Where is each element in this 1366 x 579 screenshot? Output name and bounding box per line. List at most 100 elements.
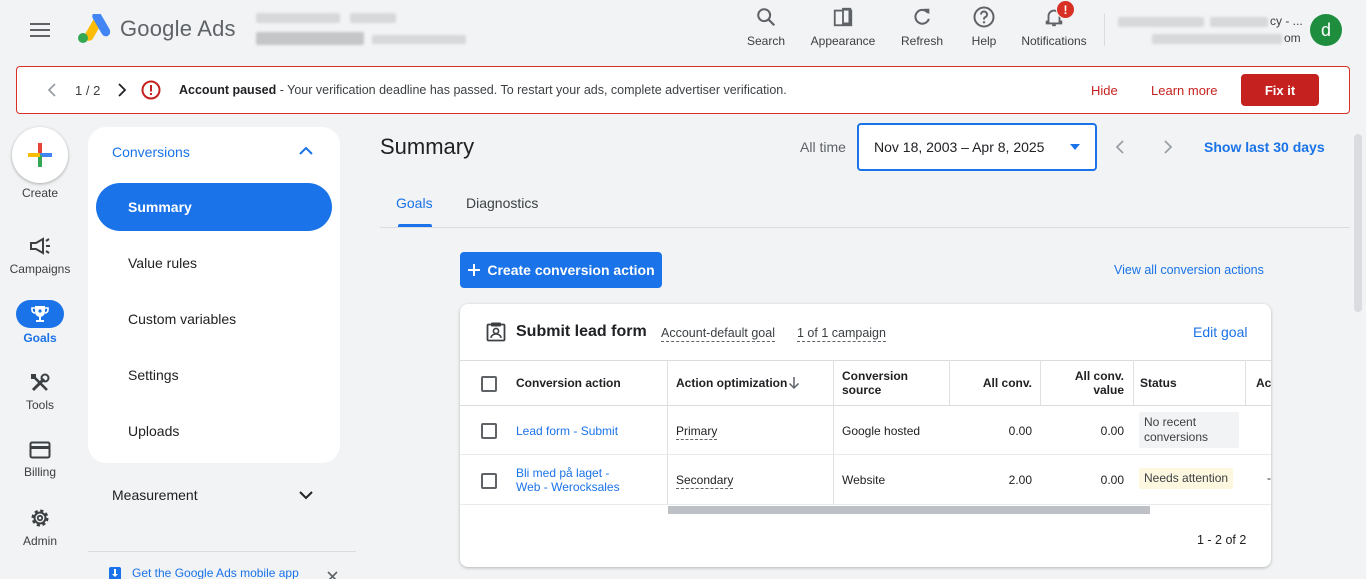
select-all-checkbox[interactable] [481, 376, 497, 392]
header-divider [1104, 14, 1105, 46]
col-status[interactable]: Status [1140, 376, 1177, 390]
col-conversion-source[interactable]: Conversion source [842, 369, 908, 397]
account-info-redacted [1118, 17, 1204, 27]
help-button[interactable]: Help [962, 4, 1006, 52]
account-name-redacted [256, 13, 340, 23]
banner-text: - Your verification deadline has passed.… [276, 83, 787, 97]
refresh-label: Refresh [900, 34, 944, 48]
all-conv-value: 0.00 [1008, 424, 1032, 438]
col-value-line-2: value [1093, 383, 1124, 397]
date-range-picker[interactable]: Nov 18, 2003 – Apr 8, 2025 [857, 123, 1097, 171]
edit-goal-link[interactable]: Edit goal [1193, 324, 1247, 340]
optimization-value[interactable]: Secondary [676, 473, 734, 489]
action-line-1: Bli med på laget - [516, 466, 610, 480]
chevron-up-icon[interactable] [298, 143, 314, 159]
goal-campaign-tag[interactable]: 1 of 1 campaign [797, 326, 886, 342]
conversions-section-header[interactable]: Conversions [112, 144, 190, 160]
col-all-conv[interactable]: All conv. [960, 376, 1032, 390]
create-conversion-action-button[interactable]: Create conversion action [460, 252, 662, 288]
date-preset-label: All time [800, 139, 846, 155]
show-last-30-days-link[interactable]: Show last 30 days [1204, 139, 1325, 155]
search-button[interactable]: Search [740, 4, 792, 52]
banner-pagination: 1 / 2 [75, 83, 101, 98]
rail-admin[interactable]: Admin [0, 507, 80, 548]
tools-icon [31, 373, 50, 392]
conversion-action-link[interactable]: Bli med på laget - Web - Werocksales [516, 466, 620, 494]
plus-colored-icon [28, 143, 52, 167]
column-divider [949, 360, 950, 406]
view-all-conversion-actions-link[interactable]: View all conversion actions [1114, 263, 1264, 277]
plus-icon [468, 264, 481, 276]
column-divider [1133, 360, 1134, 406]
col-all-conv-value[interactable]: All conv. value [1050, 369, 1124, 397]
account-info-redacted [1210, 17, 1268, 27]
subnav-item-value-rules[interactable]: Value rules [128, 255, 197, 271]
refresh-button[interactable]: Refresh [894, 4, 950, 52]
conversion-action-link[interactable]: Lead form - Submit [516, 424, 618, 438]
create-button[interactable] [12, 127, 68, 183]
rail-tools[interactable]: Tools [0, 372, 80, 412]
date-range-value: Nov 18, 2003 – Apr 8, 2025 [874, 139, 1045, 155]
google-ads-logo-icon[interactable] [76, 14, 110, 44]
conversion-source-value: Google hosted [842, 424, 921, 438]
chevron-down-icon[interactable] [298, 487, 314, 503]
rail-billing[interactable]: Billing [0, 440, 80, 479]
next-period-icon[interactable] [1162, 139, 1174, 155]
hide-button[interactable]: Hide [1091, 83, 1118, 98]
previous-period-icon[interactable] [1114, 139, 1126, 155]
action-line-2: Web - Werocksales [516, 480, 620, 494]
banner-title: Account paused [179, 83, 277, 97]
account-line-2: om [1284, 31, 1301, 45]
account-line-1: cy - ... [1270, 14, 1303, 28]
account-id-redacted [372, 35, 466, 44]
billing-label: Billing [23, 465, 56, 479]
conversion-source-value: Website [842, 473, 886, 487]
appearance-button[interactable]: Appearance [806, 4, 880, 52]
goals-active-pill [16, 300, 64, 328]
extra-value: - [1267, 471, 1271, 485]
create-conversion-action-label: Create conversion action [487, 262, 655, 278]
account-name-redacted [350, 13, 396, 23]
status-line-2: conversions [1144, 430, 1209, 444]
account-email-redacted [1152, 34, 1282, 44]
tab-diagnostics[interactable]: Diagnostics [466, 195, 538, 211]
fix-it-button[interactable]: Fix it [1241, 74, 1319, 106]
row-checkbox[interactable] [481, 473, 497, 489]
mobile-app-link[interactable]: Get the Google Ads mobile app [132, 566, 299, 579]
rail-campaigns[interactable]: Campaigns [0, 236, 80, 276]
learn-more-link[interactable]: Learn more [1151, 83, 1217, 98]
subnav-item-uploads[interactable]: Uploads [128, 423, 179, 439]
trophy-icon [31, 306, 49, 322]
avatar[interactable]: d [1310, 14, 1342, 46]
search-icon [757, 8, 776, 27]
subnav-item-settings[interactable]: Settings [128, 367, 179, 383]
col-action-optimization[interactable]: Action optimization [676, 376, 787, 390]
subnav-item-summary[interactable]: Summary [128, 199, 192, 215]
rail-goals[interactable]: Goals [0, 300, 80, 345]
col-extra[interactable]: Ac [1256, 376, 1271, 390]
tab-goals[interactable]: Goals [396, 195, 433, 211]
chevron-left-icon[interactable] [47, 83, 57, 97]
all-conv-value: 2.00 [1008, 473, 1032, 487]
goal-default-tag[interactable]: Account-default goal [661, 326, 775, 342]
subnav-separator [88, 551, 356, 552]
pagination-count: 1 - 2 of 2 [1197, 533, 1247, 547]
measurement-section-header[interactable]: Measurement [112, 487, 198, 503]
appearance-icon [833, 7, 853, 27]
conversions-subnav: Conversions Summary Value rules Custom v… [88, 127, 340, 463]
col-conversion-action[interactable]: Conversion action [516, 376, 621, 390]
row-checkbox[interactable] [481, 423, 497, 439]
tools-label: Tools [25, 398, 54, 412]
optimization-value[interactable]: Primary [676, 424, 718, 440]
close-icon[interactable] [327, 571, 338, 579]
horizontal-scrollbar[interactable] [668, 506, 1150, 514]
notifications-button[interactable]: Notifications [1014, 4, 1094, 52]
menu-icon[interactable] [28, 20, 52, 40]
vertical-scrollbar[interactable] [1354, 134, 1362, 312]
goal-card: Submit lead form Account-default goal 1 … [460, 304, 1271, 567]
credit-card-icon [29, 441, 51, 459]
sort-arrow-down-icon[interactable] [788, 376, 800, 390]
subnav-item-custom-variables[interactable]: Custom variables [128, 311, 236, 327]
chevron-right-icon[interactable] [117, 83, 127, 97]
status-badge: No recent conversions [1139, 412, 1239, 448]
